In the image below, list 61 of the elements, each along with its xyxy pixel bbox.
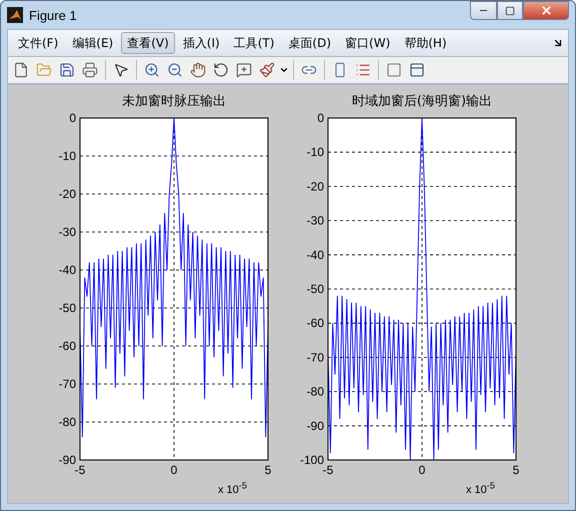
close-icon (540, 4, 552, 17)
plot-title: 时域加窗后(海明窗)输出 (350, 94, 494, 110)
axis-multiplier: x 10$^{-5}$ (466, 484, 495, 496)
y-tick-label: -80 (58, 415, 76, 429)
y-tick-label: -30 (58, 225, 76, 239)
dock-arrow-icon[interactable] (552, 37, 564, 49)
maximize-button[interactable] (497, 1, 523, 20)
y-tick-label: -100 (300, 453, 324, 467)
brush-icon (259, 62, 275, 78)
menu-item[interactable]: 帮助(H) (398, 32, 453, 54)
menu-item[interactable]: 插入(I) (176, 32, 226, 54)
y-tick-label: -60 (306, 316, 324, 330)
y-tick-label: -20 (306, 179, 324, 194)
app-logo-icon (7, 7, 23, 23)
caret-icon[interactable] (279, 65, 289, 75)
y-tick-label: -90 (58, 453, 76, 467)
square-icon (386, 62, 402, 78)
y-tick-label: -70 (58, 377, 76, 391)
y-tick-label: 0 (317, 111, 324, 125)
window-title: Figure 1 (29, 8, 78, 22)
y-tick-label: -80 (306, 384, 324, 399)
menu-item[interactable]: 文件(F) (12, 32, 64, 54)
menu-item[interactable]: 窗口(W) (339, 32, 396, 54)
x-tick-label: 0 (418, 463, 426, 477)
printer-icon (82, 62, 98, 78)
y-tick-label: -10 (306, 145, 324, 160)
y-tick-label: -30 (306, 214, 324, 228)
maximize-icon (505, 6, 515, 16)
y-tick-label: -40 (58, 263, 76, 277)
y-tick-label: -90 (306, 418, 324, 433)
y-tick-label: -40 (306, 248, 324, 262)
save-icon (59, 62, 75, 78)
menu-item[interactable]: 桌面(D) (282, 32, 338, 54)
axis-multiplier: x 10$^{-5}$ (218, 484, 247, 496)
menu-item[interactable]: 查看(V) (121, 32, 175, 54)
zoom-in-icon (144, 62, 160, 78)
hand-icon (190, 62, 206, 78)
y-tick-label: -20 (58, 187, 76, 201)
y-tick-label: -50 (306, 282, 324, 296)
plot-title: 未加窗时脉压输出 (121, 94, 227, 110)
x-tick-label: -5 (74, 463, 86, 477)
y-tick-label: 0 (69, 111, 76, 125)
rotate-icon (213, 62, 229, 78)
open-folder-icon (36, 62, 52, 78)
x-tick-label: -5 (322, 463, 334, 477)
x-tick-label: 5 (512, 463, 520, 477)
pointer-icon (113, 62, 129, 78)
close-button[interactable] (523, 1, 569, 20)
x-tick-label: 5 (264, 463, 272, 477)
y-tick-label: -10 (58, 149, 76, 163)
y-tick-label: -70 (306, 350, 324, 364)
y-tick-label: -60 (58, 339, 76, 353)
menu-item[interactable]: 工具(T) (228, 32, 280, 54)
data-cursor-icon (236, 62, 252, 78)
menu-item[interactable]: 编辑(E) (66, 32, 120, 54)
panel-icon (409, 62, 425, 78)
y-tick-label: -50 (58, 301, 76, 315)
x-tick-label: 0 (170, 463, 178, 477)
minimize-button[interactable] (470, 1, 497, 20)
new-file-icon (13, 62, 29, 78)
zoom-out-icon (167, 62, 183, 78)
